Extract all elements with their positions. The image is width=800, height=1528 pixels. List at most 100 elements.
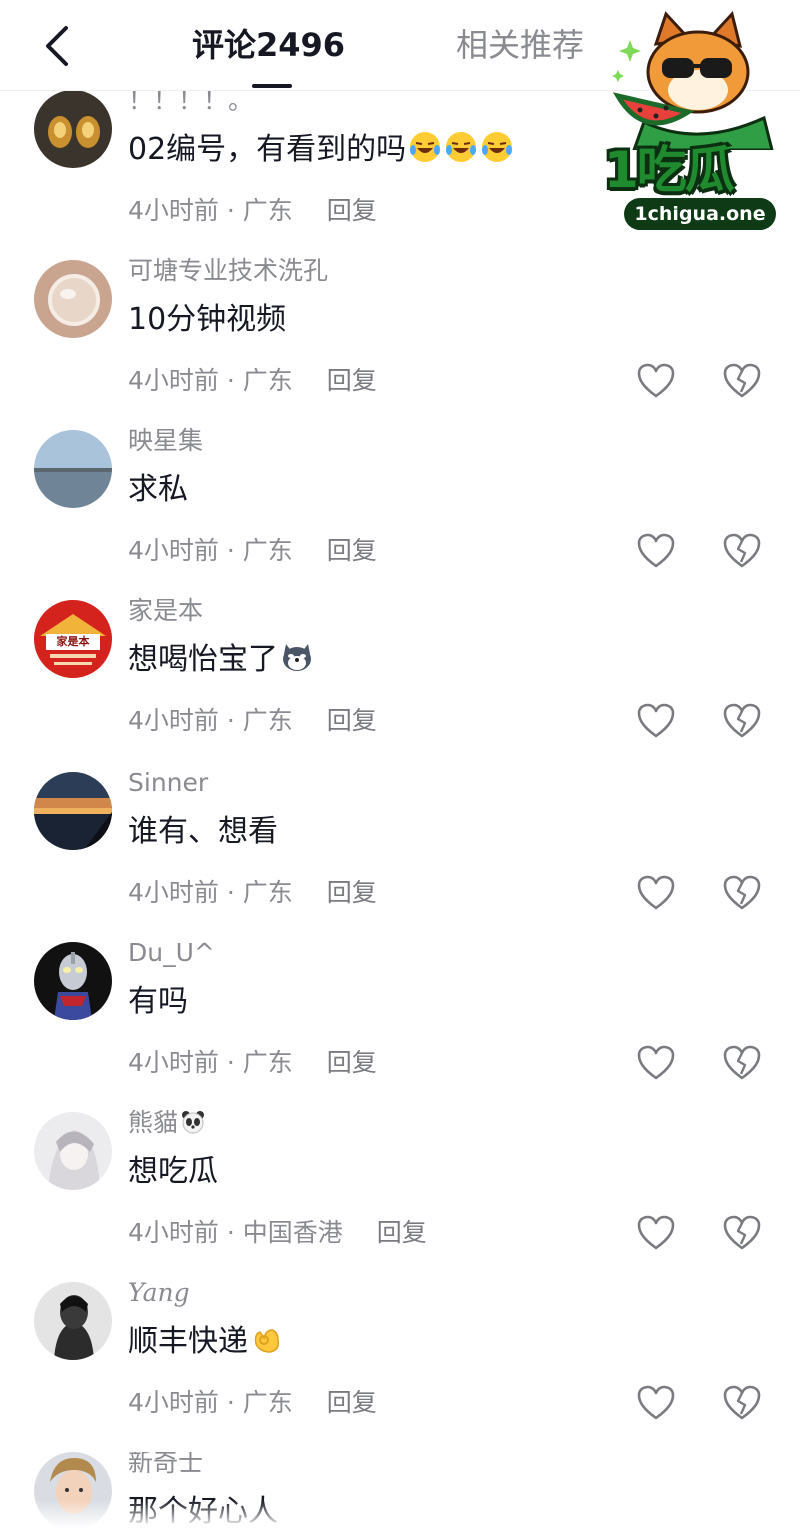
reply-button[interactable]: 回复 bbox=[327, 366, 377, 395]
avatar[interactable] bbox=[34, 430, 112, 508]
comment-time-location: 4小时前 · 中国香港 bbox=[128, 1218, 343, 1247]
broken-heart-icon bbox=[723, 1385, 761, 1420]
comment-username[interactable]: Sinner bbox=[128, 766, 208, 800]
heart-outline-icon bbox=[637, 533, 675, 568]
dislike-button[interactable] bbox=[722, 532, 762, 570]
watermark-logo: 1吃瓜 1chigua.one bbox=[604, 10, 788, 230]
comment-text: 求私 bbox=[128, 472, 188, 507]
comment-time-location: 4小时前 · 广东 bbox=[128, 366, 293, 395]
heart-outline-icon bbox=[637, 1385, 675, 1420]
broken-heart-icon bbox=[723, 363, 761, 398]
reply-button[interactable]: 回复 bbox=[327, 878, 377, 907]
comment-meta: 4小时前 · 广东 回复 bbox=[128, 1046, 377, 1080]
dislike-button[interactable] bbox=[722, 1044, 762, 1082]
avatar[interactable]: 家是本 bbox=[34, 600, 112, 678]
comment-meta: 4小时前 · 广东 回复 bbox=[128, 534, 377, 568]
avatar[interactable] bbox=[34, 942, 112, 1020]
broken-heart-icon bbox=[723, 533, 761, 568]
reply-button[interactable]: 回复 bbox=[327, 706, 377, 735]
laughing-tears-emoji bbox=[410, 132, 441, 162]
broken-heart-icon bbox=[723, 1045, 761, 1080]
heart-outline-icon bbox=[637, 1045, 675, 1080]
comment-meta: 4小时前 · 广东 回复 bbox=[128, 876, 377, 910]
reply-button[interactable]: 回复 bbox=[327, 1048, 377, 1077]
comment-item: 家是本 家是本 想喝怡宝了 4小时前 · 广东 回复 bbox=[0, 596, 800, 770]
comment-text: 有吗 bbox=[128, 984, 188, 1019]
comment-meta: 4小时前 · 广东 回复 bbox=[128, 364, 377, 398]
like-button[interactable] bbox=[636, 1044, 676, 1082]
heart-outline-icon bbox=[637, 703, 675, 738]
back-button[interactable] bbox=[40, 22, 80, 70]
like-button[interactable] bbox=[636, 874, 676, 912]
husky-emoji bbox=[283, 644, 311, 671]
comment-text: 02编号，有看到的吗 bbox=[128, 128, 514, 172]
comment-text: 谁有、想看 bbox=[128, 814, 278, 849]
reply-button[interactable]: 回复 bbox=[377, 1218, 427, 1247]
comment-username[interactable]: Du_U^ bbox=[128, 936, 215, 970]
broken-heart-icon bbox=[723, 875, 761, 910]
reply-button[interactable]: 回复 bbox=[327, 1388, 377, 1417]
comment-time-location: 4小时前 · 广东 bbox=[128, 196, 293, 225]
like-button[interactable] bbox=[636, 1384, 676, 1422]
comment-meta: 4小时前 · 广东 回复 bbox=[128, 1386, 377, 1420]
comment-item: Yang 顺丰快递 4小时前 · 广东 回复 bbox=[0, 1278, 800, 1452]
comment-username[interactable]: 熊貓 bbox=[128, 1106, 206, 1140]
comment-time-location: 4小时前 · 广东 bbox=[128, 878, 293, 907]
broken-heart-icon bbox=[723, 703, 761, 738]
mascot-icon bbox=[612, 10, 774, 150]
heart-outline-icon bbox=[637, 875, 675, 910]
comment-username[interactable]: 映星集 bbox=[128, 424, 203, 458]
avatar[interactable] bbox=[34, 1112, 112, 1190]
laughing-tears-emoji bbox=[446, 132, 477, 162]
comment-text: 想吃瓜 bbox=[128, 1154, 218, 1189]
avatar-label: 家是本 bbox=[56, 635, 90, 648]
tab-comments[interactable]: 评论2496 bbox=[192, 22, 345, 68]
dislike-button[interactable] bbox=[722, 702, 762, 740]
ok-hand-emoji bbox=[254, 1329, 280, 1353]
chevron-left-icon bbox=[46, 26, 68, 66]
comment-meta: 4小时前 · 广东 回复 bbox=[128, 704, 377, 738]
like-button[interactable] bbox=[636, 1214, 676, 1252]
active-tab-indicator bbox=[252, 84, 292, 88]
comment-item: Du_U^ 有吗 4小时前 · 广东 回复 bbox=[0, 938, 800, 1112]
like-button[interactable] bbox=[636, 362, 676, 400]
avatar[interactable] bbox=[34, 772, 112, 850]
reply-button[interactable]: 回复 bbox=[327, 196, 377, 225]
comment-time-location: 4小时前 · 广东 bbox=[128, 1048, 293, 1077]
comment-meta: 4小时前 · 中国香港 回复 bbox=[128, 1216, 427, 1250]
reply-button[interactable]: 回复 bbox=[327, 536, 377, 565]
logo-url: 1chigua.one bbox=[624, 198, 776, 230]
comment-item: Sinner 谁有、想看 4小时前 · 广东 回复 bbox=[0, 768, 800, 942]
comment-meta: 4小时前 · 广东 回复 bbox=[128, 194, 377, 228]
tab-related-recommendations[interactable]: 相关推荐 bbox=[456, 22, 584, 68]
comment-item: 映星集 求私 4小时前 · 广东 回复 bbox=[0, 426, 800, 600]
comment-username[interactable]: 可塘专业技术洗孔 bbox=[128, 254, 328, 288]
comment-item: 熊貓 想吃瓜 4小时前 · 中国香港 回复 bbox=[0, 1108, 800, 1282]
heart-outline-icon bbox=[637, 1215, 675, 1250]
comment-text: 想喝怡宝了 bbox=[128, 638, 314, 682]
comment-text: 顺丰快递 bbox=[128, 1320, 284, 1364]
dislike-button[interactable] bbox=[722, 1214, 762, 1252]
avatar[interactable] bbox=[34, 1282, 112, 1360]
heart-outline-icon bbox=[637, 363, 675, 398]
comment-item: 可塘专业技术洗孔 10分钟视频 4小时前 · 广东 回复 bbox=[0, 256, 800, 430]
dislike-button[interactable] bbox=[722, 1384, 762, 1422]
logo-wordmark: 1吃瓜 bbox=[604, 141, 735, 199]
like-button[interactable] bbox=[636, 702, 676, 740]
broken-heart-icon bbox=[723, 1215, 761, 1250]
bottom-fade bbox=[0, 1500, 800, 1528]
comment-time-location: 4小时前 · 广东 bbox=[128, 1388, 293, 1417]
comment-username[interactable]: Yang bbox=[128, 1276, 190, 1310]
avatar[interactable] bbox=[34, 90, 112, 168]
comment-time-location: 4小时前 · 广东 bbox=[128, 536, 293, 565]
avatar[interactable] bbox=[34, 260, 112, 338]
dislike-button[interactable] bbox=[722, 362, 762, 400]
comment-time-location: 4小时前 · 广东 bbox=[128, 706, 293, 735]
comment-username[interactable]: 新奇士 bbox=[128, 1452, 203, 1480]
comment-text: 10分钟视频 bbox=[128, 302, 287, 337]
panda-emoji bbox=[182, 1111, 205, 1134]
dislike-button[interactable] bbox=[722, 874, 762, 912]
like-button[interactable] bbox=[636, 532, 676, 570]
laughing-tears-emoji bbox=[482, 132, 513, 162]
comment-username[interactable]: 家是本 bbox=[128, 594, 203, 628]
